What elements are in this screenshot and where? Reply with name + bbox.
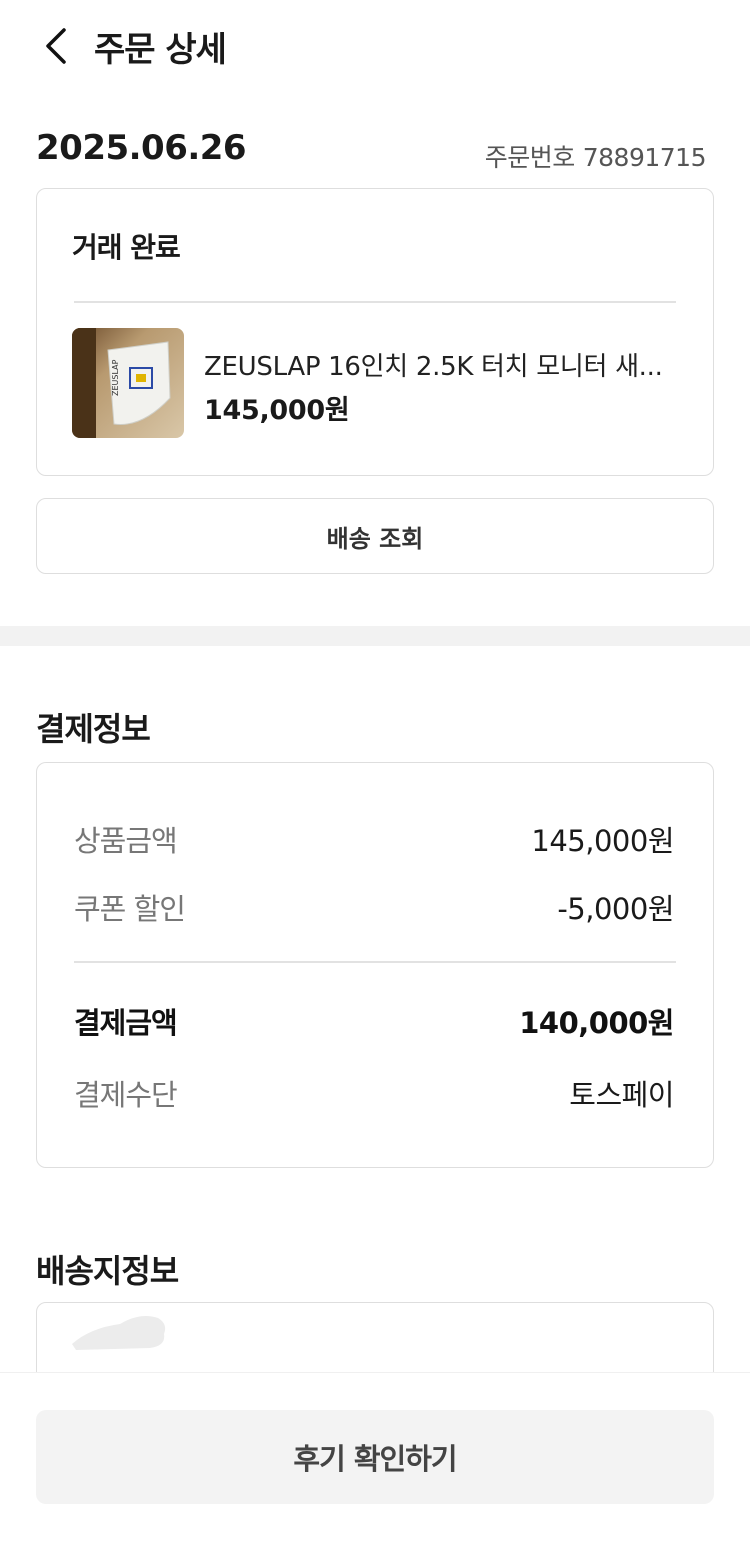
shipping-section-title: 배송지정보 — [36, 1252, 179, 1290]
product-amount-label: 상품금액 — [74, 824, 178, 858]
product-image: ZEUSLAP — [72, 328, 184, 438]
view-review-button[interactable]: 후기 확인하기 — [36, 1410, 714, 1504]
product-price: 145,000원 — [204, 395, 350, 426]
order-number-value: 78891715 — [582, 143, 707, 172]
svg-text:ZEUSLAP: ZEUSLAP — [111, 359, 120, 396]
total-amount-value: 140,000원 — [519, 1006, 674, 1040]
payment-section-title: 결제정보 — [36, 710, 151, 748]
payment-method-label: 결제수단 — [74, 1078, 178, 1112]
payment-divider — [74, 961, 676, 963]
delivery-tracking-button[interactable]: 배송 조회 — [36, 498, 714, 574]
chevron-left-icon — [46, 28, 66, 64]
back-button[interactable] — [36, 24, 80, 68]
total-amount-label: 결제금액 — [74, 1006, 178, 1040]
order-date: 2025.06.26 — [36, 128, 247, 168]
product-amount-value: 145,000원 — [531, 824, 674, 858]
redacted-address — [70, 1310, 170, 1354]
order-number: 주문번호 78891715 — [484, 138, 707, 174]
payment-method-value: 토스페이 — [569, 1078, 674, 1112]
section-separator — [0, 626, 750, 646]
status-divider — [74, 301, 676, 303]
page-title: 주문 상세 — [94, 30, 227, 70]
product-name[interactable]: ZEUSLAP 16인치 2.5K 터치 모니터 새... — [204, 346, 663, 383]
coupon-discount-value: -5,000원 — [557, 892, 674, 926]
coupon-discount-label: 쿠폰 할인 — [74, 892, 186, 926]
order-number-label: 주문번호 — [484, 143, 576, 172]
order-status: 거래 완료 — [72, 231, 181, 264]
product-thumbnail[interactable]: ZEUSLAP — [72, 328, 184, 438]
